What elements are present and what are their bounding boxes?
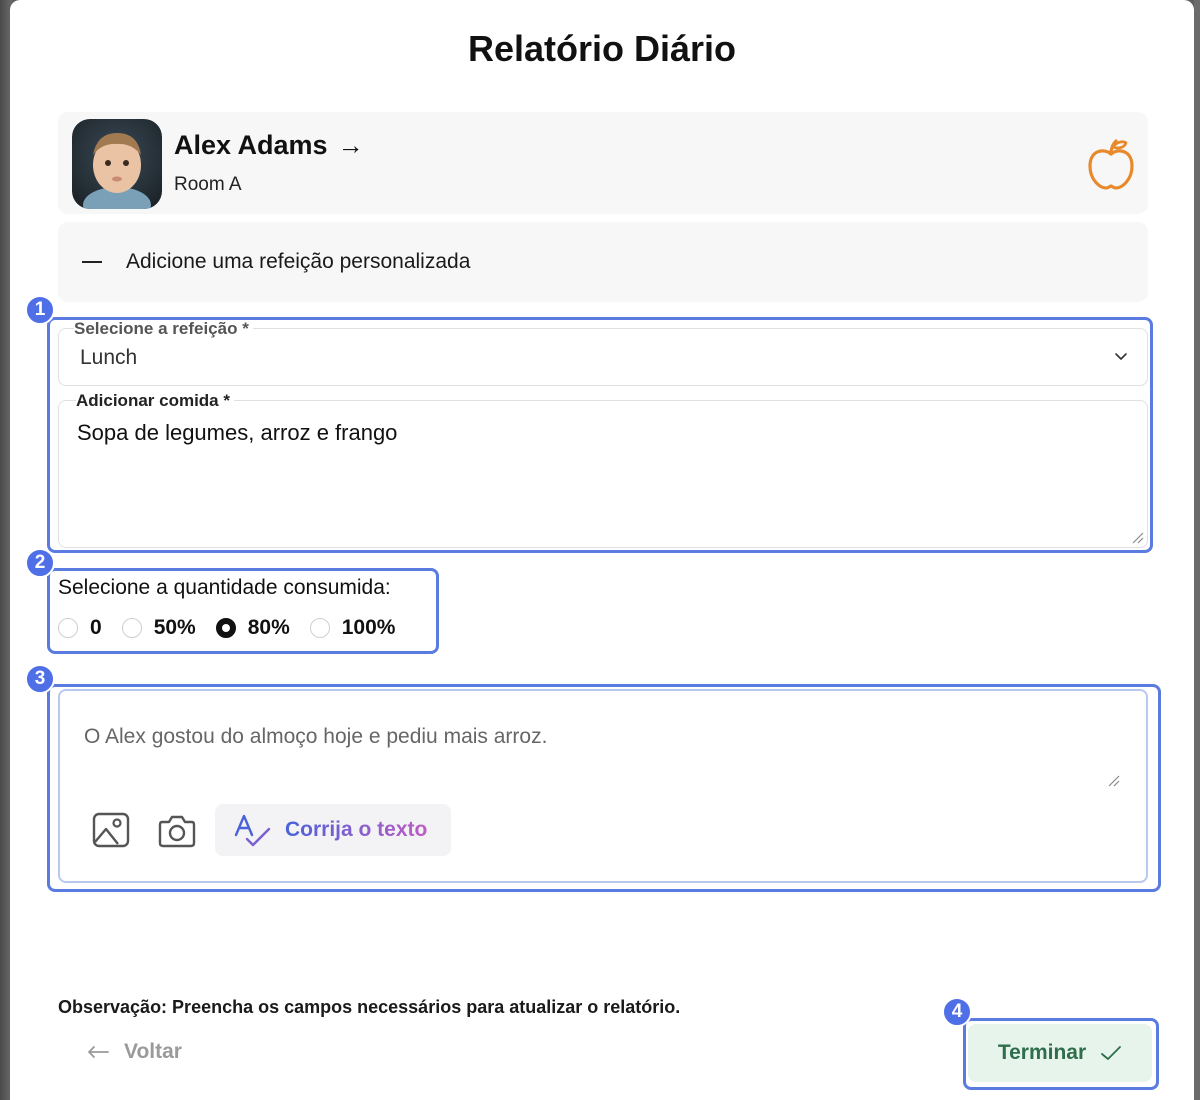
child-name: Alex Adams <box>174 130 328 160</box>
observation-note: Observação: Preencha os campos necessári… <box>58 997 681 1017</box>
child-card: Alex Adams → Room A <box>58 112 1148 214</box>
back-button[interactable]: Voltar <box>86 1040 182 1064</box>
apple-icon <box>1088 139 1134 190</box>
backdrop-right <box>1194 0 1200 1100</box>
custom-meal-label: Adicione uma refeição personalizada <box>126 250 471 273</box>
back-button-label: Voltar <box>124 1040 182 1063</box>
arrow-left-icon <box>88 1046 109 1058</box>
annotation-badge-4: 4 <box>942 997 972 1027</box>
minus-icon <box>82 261 102 263</box>
annotation-box-4 <box>963 1018 1159 1090</box>
annotation-badge-1: 1 <box>25 295 55 325</box>
page-title: Relatório Diário <box>467 28 737 69</box>
annotation-box-3 <box>47 684 1161 892</box>
annotation-box-2 <box>47 568 439 654</box>
annotation-badge-3: 3 <box>25 664 55 694</box>
arrow-right-icon: → <box>337 130 364 160</box>
annotation-badge-2: 2 <box>25 548 55 578</box>
custom-meal-toggle[interactable]: Adicione uma refeição personalizada <box>58 222 1148 302</box>
child-name-link[interactable]: Alex Adams → <box>174 130 364 161</box>
annotation-box-1 <box>47 317 1153 553</box>
child-room: Room A <box>174 174 242 195</box>
avatar <box>72 119 162 209</box>
